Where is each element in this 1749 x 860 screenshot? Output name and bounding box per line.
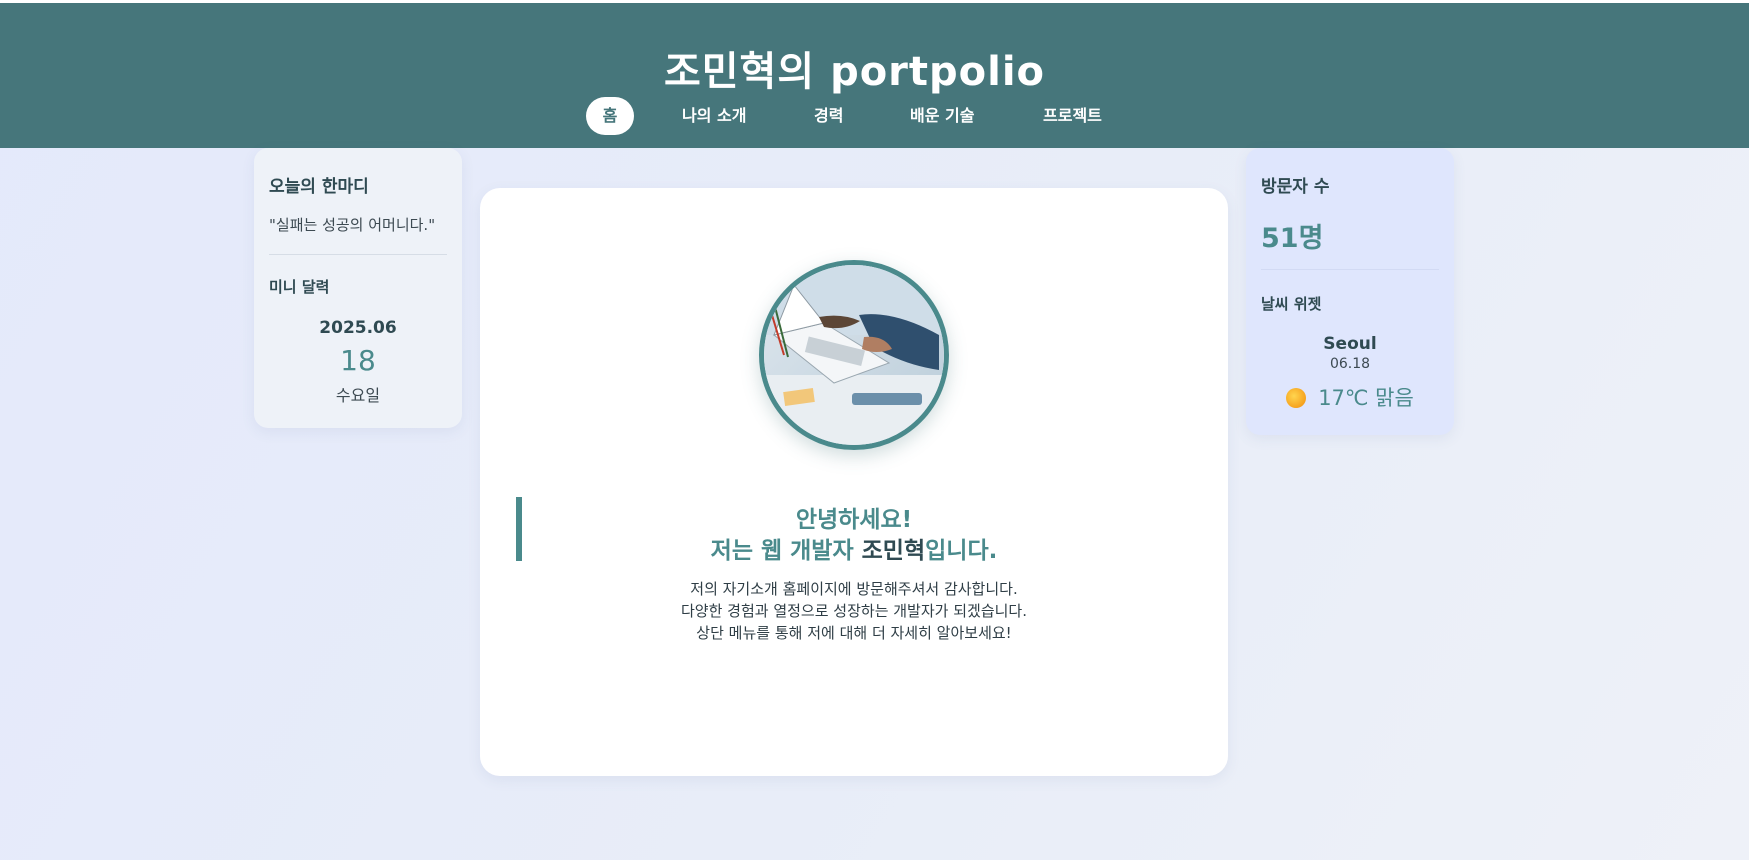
calendar-title: 미니 달력 <box>269 278 330 296</box>
visitor-count: 51명 <box>1261 223 1324 254</box>
greeting-line1: 안녕하세요! <box>795 507 913 533</box>
left-sidebar-card: 오늘의 한마디 "실패는 성공의 어머니다." 미니 달력 2025.06 18… <box>254 148 462 428</box>
daily-quote: "실패는 성공의 어머니다." <box>269 216 436 234</box>
weather-city: Seoul <box>1323 334 1377 354</box>
divider <box>269 254 447 255</box>
weather-text: 17℃ 맑음 <box>1318 386 1414 410</box>
weather-row: 17℃ 맑음 <box>1246 382 1454 412</box>
intro-line-3: 상단 메뉴를 통해 저에 대해 더 자세히 알아보세요! <box>696 624 1012 642</box>
nav-home[interactable]: 홈 <box>586 97 634 135</box>
visitor-title: 방문자 수 <box>1261 177 1330 197</box>
quote-title: 오늘의 한마디 <box>269 177 369 197</box>
calendar-month: 2025.06 <box>319 318 397 338</box>
weather-date: 06.18 <box>1329 356 1371 372</box>
nav-projects[interactable]: 프로젝트 <box>1043 97 1102 135</box>
nav-skills[interactable]: 배운 기술 <box>910 97 974 135</box>
calendar-day: 18 <box>340 344 376 377</box>
greeting-prefix: 저는 웹 개발자 <box>710 538 862 564</box>
greeting-suffix: 입니다. <box>925 538 998 564</box>
developer-name: 조민혁 <box>861 538 926 564</box>
laptop-photo-illustration <box>764 265 944 445</box>
greeting-line2: 저는 웹 개발자 조민혁입니다. <box>480 531 1228 565</box>
weather-title: 날씨 위젯 <box>1261 295 1322 313</box>
site-title: 조민혁의 portpolio <box>663 49 1046 95</box>
intro-line-1: 저의 자기소개 홈페이지에 방문해주셔서 감사합니다. <box>690 580 1018 598</box>
main-intro-card: 안녕하세요! 저는 웹 개발자 조민혁입니다. 저의 자기소개 홈페이지에 방문… <box>480 188 1228 776</box>
site-header: 조민혁의 portpolio 홈 나의 소개 경력 배운 기술 프로젝트 <box>0 3 1749 148</box>
divider <box>1261 269 1439 270</box>
calendar-weekday: 수요일 <box>335 386 381 405</box>
nav-career[interactable]: 경력 <box>814 97 843 135</box>
right-sidebar-card: 방문자 수 51명 날씨 위젯 Seoul 06.18 17℃ 맑음 <box>1246 148 1454 435</box>
nav-about[interactable]: 나의 소개 <box>682 97 746 135</box>
intro-line-2: 다양한 경험과 열정으로 성장하는 개발자가 되겠습니다. <box>680 602 1027 620</box>
sun-icon <box>1286 388 1307 408</box>
profile-image <box>759 260 949 450</box>
